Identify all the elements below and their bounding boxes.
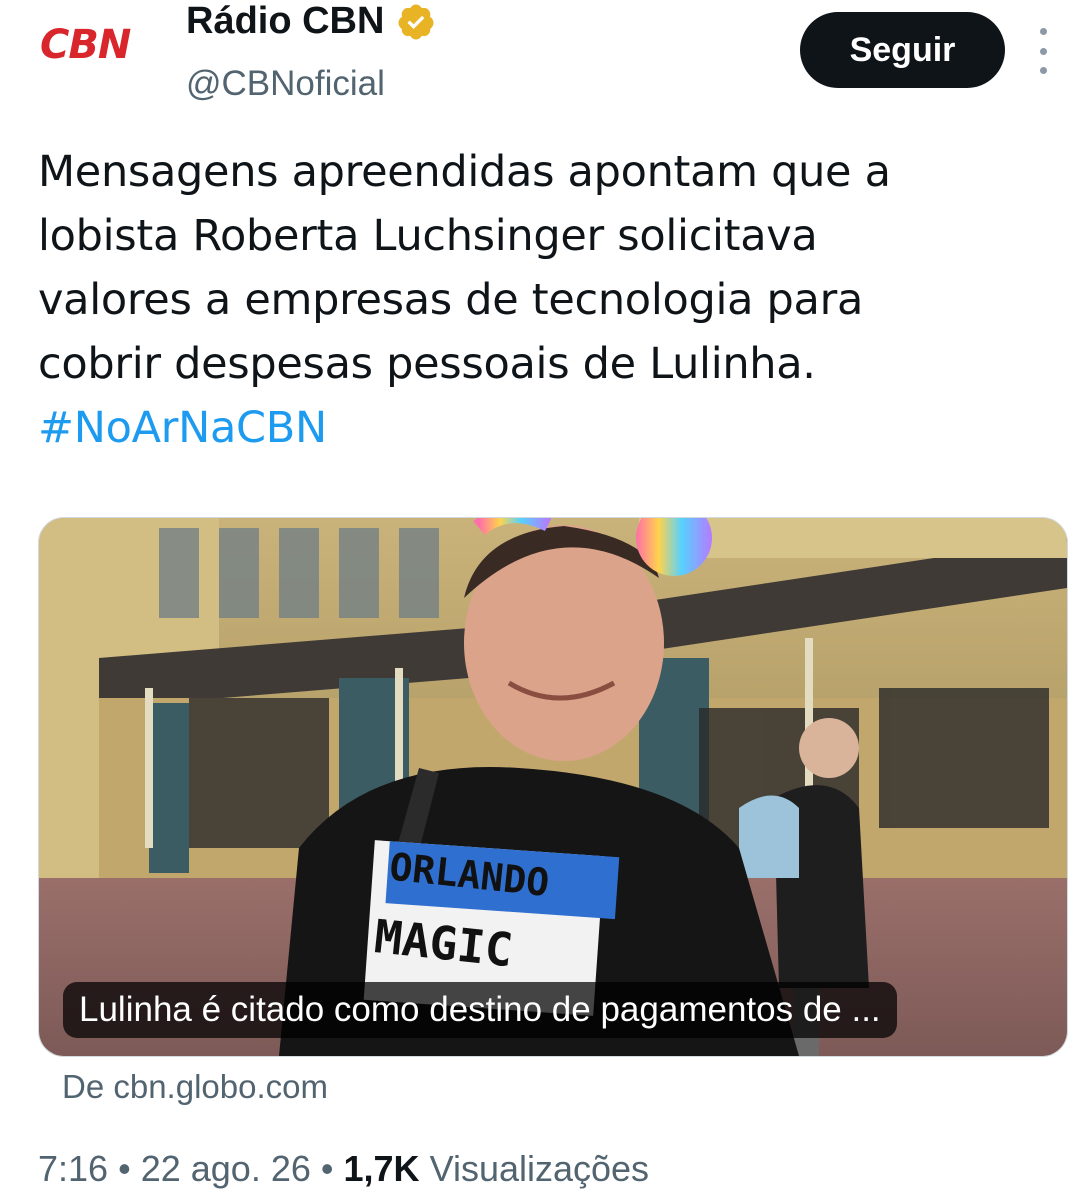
tweet-line: lobista Roberta Luchsinger solicitava [38, 211, 818, 261]
link-preview-card[interactable]: ORLANDO MAGIC Lulinha é citado como dest… [38, 517, 1068, 1057]
meta-separator: • [320, 1148, 334, 1189]
card-source[interactable]: De cbn.globo.com [62, 1068, 328, 1106]
card-caption[interactable]: Lulinha é citado como destino de pagamen… [63, 982, 897, 1038]
tweet-line: cobrir despesas pessoais de Lulinha. [38, 339, 816, 389]
tweet-header: CBN Rádio CBN @CBNoficial Seguir [0, 0, 1090, 120]
more-dot [1039, 28, 1047, 35]
follow-button[interactable]: Seguir [800, 12, 1005, 88]
name-row: Rádio CBN [186, 0, 436, 43]
tweet-line: valores a empresas de tecnologia para [38, 275, 864, 325]
account-handle[interactable]: @CBNoficial [186, 64, 385, 104]
display-name[interactable]: Rádio CBN [186, 0, 384, 43]
cbn-logo[interactable]: CBN [40, 22, 131, 68]
article-photo: ORLANDO MAGIC [39, 518, 1067, 1056]
tweet-meta: 7:16 • 22 ago. 26 • 1,7K Visualizações [38, 1148, 649, 1190]
more-vertical-icon[interactable] [1028, 28, 1058, 74]
tweet-date[interactable]: 22 ago. 26 [141, 1148, 311, 1189]
hashtag-link[interactable]: #NoArNaCBN [38, 396, 1048, 460]
meta-separator: • [118, 1148, 131, 1189]
more-dot [1039, 47, 1047, 55]
more-dot [1039, 67, 1047, 74]
tweet-line: Mensagens apreendidas apontam que a [38, 147, 891, 197]
verified-badge-icon [398, 4, 434, 39]
views-count[interactable]: 1,7K [344, 1148, 420, 1189]
views-label: Visualizações [429, 1148, 650, 1189]
tweet-text: Mensagens apreendidas apontam que a lobi… [38, 140, 1048, 460]
tweet-time[interactable]: 7:16 [38, 1148, 108, 1189]
